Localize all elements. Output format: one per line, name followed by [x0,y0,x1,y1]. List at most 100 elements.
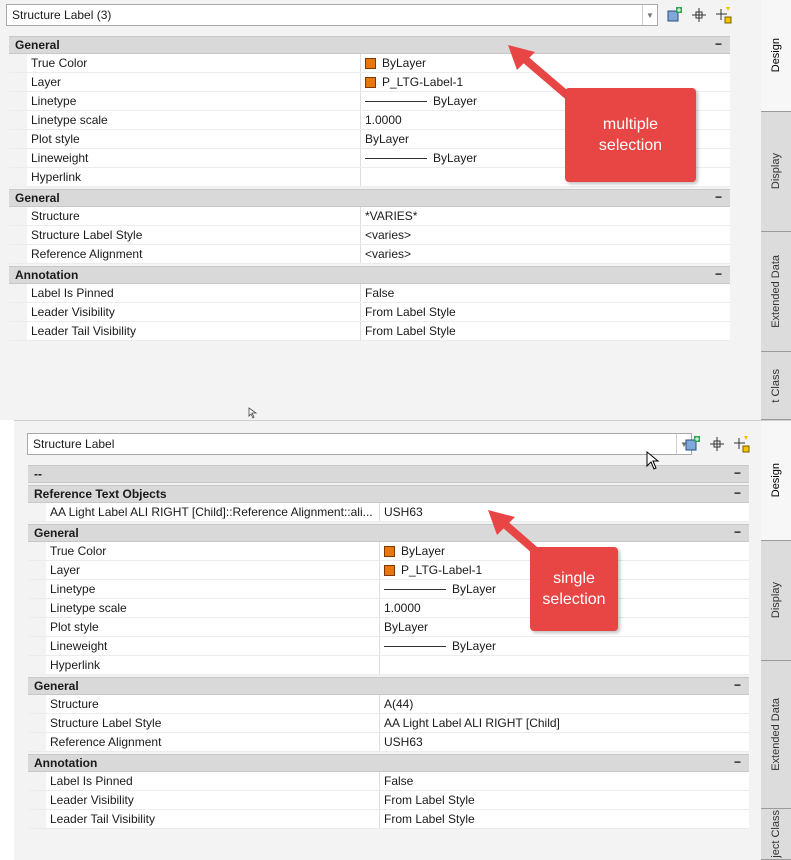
property-row[interactable]: AA Light Label ALI RIGHT [Child]::Refere… [28,503,749,522]
toggle-pickadd-icon[interactable] [714,6,732,24]
row-gutter [9,303,27,321]
tab-extended-data[interactable]: Extended Data [761,232,791,352]
property-row[interactable]: Plot style ByLayer [28,618,749,637]
property-row[interactable]: Leader Tail Visibility From Label Style [9,322,730,341]
category-header[interactable]: -- − [28,465,749,483]
property-row[interactable]: Reference Alignment USH63 [28,733,749,752]
collapse-icon[interactable]: − [734,525,741,539]
property-value[interactable]: *VARIES* [361,209,730,223]
collapse-icon[interactable]: − [734,678,741,692]
property-row[interactable]: True Color ByLayer [9,54,730,73]
row-gutter [28,503,46,521]
row-gutter [28,618,46,636]
property-name: Plot style [46,618,380,636]
category-header[interactable]: Annotation − [9,266,730,284]
tab-extended-data[interactable]: Extended Data [761,661,791,809]
property-row[interactable]: Structure Label Style <varies> [9,226,730,245]
property-row[interactable]: Structure A(44) [28,695,749,714]
category-header[interactable]: General − [28,677,749,695]
property-row[interactable]: Structure *VARIES* [9,207,730,226]
property-name: Leader Visibility [27,303,361,321]
tab-design[interactable]: Design [761,421,791,541]
collapse-icon[interactable]: − [715,267,722,281]
category-header[interactable]: Annotation − [28,754,749,772]
property-name: Plot style [27,130,361,148]
property-value-text: False [384,774,414,788]
property-value[interactable]: <varies> [361,228,730,242]
property-row[interactable]: Structure Label Style AA Light Label ALI … [28,714,749,733]
category-header[interactable]: General − [9,189,730,207]
property-grid: General − True Color ByLayer Layer P_LTG-Labe… [9,34,730,341]
collapse-icon[interactable]: − [715,37,722,51]
property-value-text: ByLayer [401,544,446,558]
property-value[interactable]: ByLayer [361,56,730,70]
property-value[interactable]: ByLayer [380,639,749,653]
select-objects-icon[interactable] [708,435,726,453]
line-sample-icon [365,157,427,159]
toggle-pickadd-icon[interactable] [732,435,750,453]
property-name: Linetype scale [27,111,361,129]
property-row[interactable]: Leader Tail Visibility From Label Style [28,810,749,829]
property-row[interactable]: True Color ByLayer [28,542,749,561]
property-grid: -- − Reference Text Objects − AA Light Label… [28,463,749,829]
color-swatch-icon [384,545,395,557]
line-sample-icon [384,645,446,647]
object-type-dropdown[interactable]: Structure Label (3) ▼ [6,4,658,26]
collapse-icon[interactable]: − [734,486,741,500]
property-value-text: USH63 [384,735,423,749]
property-value[interactable]: From Label Style [380,793,749,807]
tab-display[interactable]: Display [761,112,791,232]
tab-object-class[interactable]: ject Class [761,809,791,860]
property-value[interactable]: <varies> [361,247,730,261]
property-value[interactable]: A(44) [380,697,749,711]
property-value[interactable]: USH63 [380,735,749,749]
property-row[interactable]: Label Is Pinned False [28,772,749,791]
property-name: Label Is Pinned [46,772,380,790]
property-value[interactable]: False [380,774,749,788]
property-value[interactable]: AA Light Label ALI RIGHT [Child] [380,716,749,730]
category-header[interactable]: Reference Text Objects − [28,485,749,503]
tab-design[interactable]: Design [761,0,791,112]
property-value[interactable]: From Label Style [361,324,730,338]
collapse-icon[interactable]: − [734,755,741,769]
tab-display[interactable]: Display [761,541,791,661]
property-value[interactable]: From Label Style [361,305,730,319]
row-gutter [28,580,46,598]
object-type-dropdown[interactable]: Structure Label ▼ [27,433,692,455]
row-gutter [28,733,46,751]
property-name: Linetype [27,92,361,110]
property-row[interactable]: Leader Visibility From Label Style [9,303,730,322]
property-value-text: <varies> [365,228,412,242]
property-row[interactable]: Reference Alignment <varies> [9,245,730,264]
quick-select-icon[interactable] [666,6,684,24]
property-row[interactable]: Lineweight ByLayer [28,637,749,656]
property-value-text: ByLayer [384,620,429,634]
quick-select-icon[interactable] [684,435,702,453]
resize-cursor-icon [248,407,258,419]
property-name: True Color [27,54,361,72]
tab-strip: Design Display Extended Data t Class [761,0,791,420]
property-name: Structure [46,695,380,713]
property-row[interactable]: Leader Visibility From Label Style [28,791,749,810]
property-value[interactable]: False [361,286,730,300]
property-name: Leader Tail Visibility [27,322,361,340]
row-gutter [9,54,27,72]
property-row[interactable]: Label Is Pinned False [9,284,730,303]
property-row[interactable]: Linetype ByLayer [28,580,749,599]
chevron-down-icon[interactable]: ▼ [642,5,657,25]
category-header[interactable]: General − [9,36,730,54]
property-value[interactable]: From Label Style [380,812,749,826]
property-value[interactable]: P_LTG-Label-1 [361,75,730,89]
property-row[interactable]: Layer P_LTG-Label-1 [28,561,749,580]
row-gutter [9,92,27,110]
property-value[interactable]: USH63 [380,505,749,519]
collapse-icon[interactable]: − [715,190,722,204]
property-value-text: P_LTG-Label-1 [401,563,483,577]
tab-object-class[interactable]: t Class [761,352,791,420]
select-objects-icon[interactable] [690,6,708,24]
category-header[interactable]: General − [28,524,749,542]
property-row[interactable]: Linetype scale 1.0000 [28,599,749,618]
collapse-icon[interactable]: − [734,466,741,480]
property-row[interactable]: Hyperlink [28,656,749,675]
object-type-value: Structure Label (3) [12,8,112,22]
